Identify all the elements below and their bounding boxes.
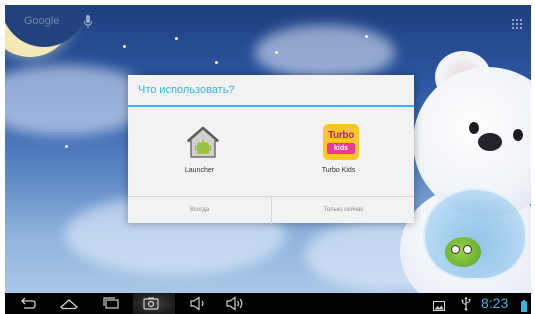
screenshot-icon[interactable] [142,296,160,311]
tablet-screen: Google Что использовать? Launcher Turbo … [0,0,535,314]
just-once-button[interactable]: Только сейчас [271,197,415,224]
app-chooser-dialog: Что использовать? Launcher Turbo kids Tu… [128,75,414,224]
always-button[interactable]: Всегда [128,197,271,224]
app-option-label: Turbo Kids [321,167,356,174]
fish-eye [463,245,472,254]
dialog-title-divider [128,105,414,107]
status-clock: 8:23 [481,295,509,311]
home-icon[interactable] [60,296,78,311]
google-search-label[interactable]: Google [24,15,59,27]
star-decoration [365,35,368,38]
fishbowl [423,188,527,280]
usb-icon [460,296,472,311]
system-navigation-bar: 8:23 [5,293,531,314]
volume-down-icon[interactable] [189,296,207,311]
gallery-notification-icon[interactable] [433,297,445,311]
polar-bear-eye [513,129,523,141]
google-search-bar[interactable]: Google [24,10,114,32]
app-option-label: Launcher [184,167,215,174]
dialog-title: Что использовать? [138,84,235,96]
star-decoration [175,37,178,40]
turbo-kids-icon-badge: kids [327,143,355,154]
app-option-turbo-kids[interactable]: Turbo kids Turbo Kids [271,109,414,195]
star-decoration [123,45,126,48]
launcher-android-icon [185,124,221,160]
polar-bear-nose [478,133,502,151]
fish-eye [451,245,460,254]
star-decoration [65,145,68,148]
all-apps-icon[interactable] [512,14,524,29]
app-option-launcher[interactable]: Launcher [128,109,271,195]
battery-icon [521,297,527,312]
dialog-button-bar: Всегда Только сейчас [128,196,414,224]
recent-apps-icon[interactable] [102,296,120,311]
microphone-icon[interactable] [83,14,93,28]
volume-up-icon[interactable] [226,296,244,311]
fish-decoration [445,237,481,267]
star-decoration [275,51,278,54]
turbo-kids-icon: Turbo kids [323,124,359,160]
star-decoration [215,61,218,64]
polar-bear-eye [469,122,479,134]
turbo-kids-icon-text: Turbo [327,130,355,141]
back-icon[interactable] [19,296,37,311]
